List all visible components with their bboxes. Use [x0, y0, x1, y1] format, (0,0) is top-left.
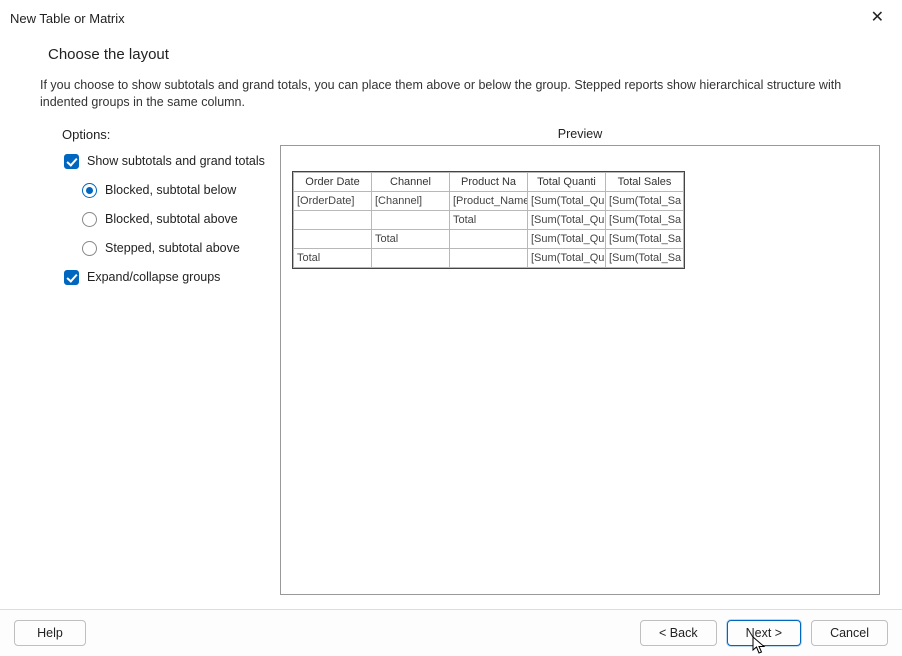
- back-button[interactable]: < Back: [640, 620, 717, 646]
- radio-blocked-below[interactable]: Blocked, subtotal below: [82, 183, 280, 198]
- cell: [Sum(Total_Sa: [606, 191, 684, 210]
- checkbox-show-totals[interactable]: Show subtotals and grand totals: [64, 154, 280, 169]
- table-row: Total [Sum(Total_Qu [Sum(Total_Sa: [294, 210, 684, 229]
- preview-table: Order Date Channel Product Na Total Quan…: [293, 172, 684, 268]
- radio-blocked-above[interactable]: Blocked, subtotal above: [82, 212, 280, 227]
- cell: [Product_Name]: [450, 191, 528, 210]
- wizard-footer: Help < Back Next > Cancel: [0, 609, 902, 656]
- cell: Total: [294, 248, 372, 267]
- cell: [450, 229, 528, 248]
- help-button[interactable]: Help: [14, 620, 86, 646]
- cell: [Sum(Total_Sa: [606, 248, 684, 267]
- checkbox-label: Show subtotals and grand totals: [87, 154, 265, 168]
- radio-label: Stepped, subtotal above: [105, 241, 240, 255]
- radio-label: Blocked, subtotal above: [105, 212, 238, 226]
- cancel-button[interactable]: Cancel: [811, 620, 888, 646]
- cell: [294, 229, 372, 248]
- cell: [Sum(Total_Sa: [606, 210, 684, 229]
- cell: [Sum(Total_Qu: [528, 229, 606, 248]
- radio-icon: [82, 241, 97, 256]
- col-header: Channel: [372, 172, 450, 191]
- next-button[interactable]: Next >: [727, 620, 801, 646]
- radio-label: Blocked, subtotal below: [105, 183, 236, 197]
- col-header: Product Na: [450, 172, 528, 191]
- checkbox-expand-collapse[interactable]: Expand/collapse groups: [64, 270, 280, 285]
- page-description: If you choose to show subtotals and gran…: [0, 77, 902, 127]
- col-header: Order Date: [294, 172, 372, 191]
- close-icon[interactable]: ✕: [865, 8, 890, 28]
- radio-icon: [82, 212, 97, 227]
- table-row: Total [Sum(Total_Qu [Sum(Total_Sa: [294, 248, 684, 267]
- col-header: Total Sales: [606, 172, 684, 191]
- cell: [Sum(Total_Qu: [528, 191, 606, 210]
- radio-icon: [82, 183, 97, 198]
- col-header: Total Quanti: [528, 172, 606, 191]
- cell: [Sum(Total_Qu: [528, 210, 606, 229]
- checkbox-label: Expand/collapse groups: [87, 270, 220, 284]
- cell: [OrderDate]: [294, 191, 372, 210]
- cell: Total: [450, 210, 528, 229]
- cell: [372, 210, 450, 229]
- cell: [Sum(Total_Qu: [528, 248, 606, 267]
- radio-stepped-above[interactable]: Stepped, subtotal above: [82, 241, 280, 256]
- window-title: New Table or Matrix: [10, 11, 125, 26]
- checkbox-icon: [64, 270, 79, 285]
- options-label: Options:: [62, 127, 280, 142]
- checkbox-icon: [64, 154, 79, 169]
- table-row: [OrderDate] [Channel] [Product_Name] [Su…: [294, 191, 684, 210]
- preview-pane: Order Date Channel Product Na Total Quan…: [280, 145, 880, 595]
- preview-label: Preview: [280, 127, 880, 141]
- cell: [294, 210, 372, 229]
- cell: [450, 248, 528, 267]
- cell: [Sum(Total_Sa: [606, 229, 684, 248]
- cell: [372, 248, 450, 267]
- cell: [Channel]: [372, 191, 450, 210]
- table-header-row: Order Date Channel Product Na Total Quan…: [294, 172, 684, 191]
- page-heading: Choose the layout: [0, 32, 902, 77]
- table-row: Total [Sum(Total_Qu [Sum(Total_Sa: [294, 229, 684, 248]
- cell: Total: [372, 229, 450, 248]
